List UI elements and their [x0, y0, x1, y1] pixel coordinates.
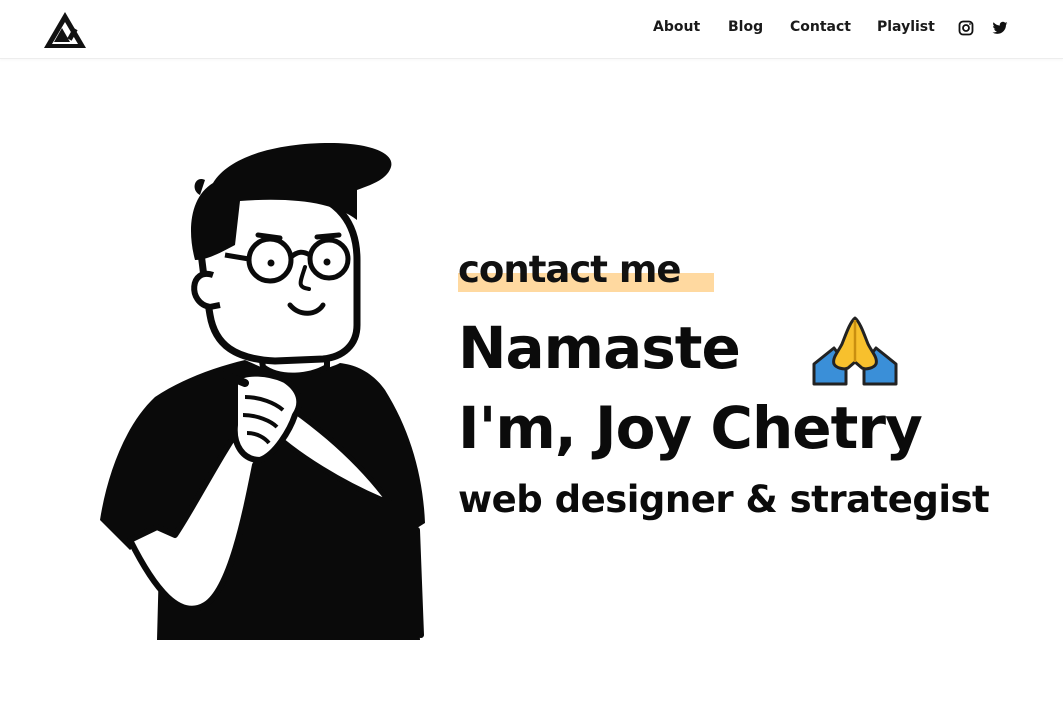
- nav-link-playlist[interactable]: Playlist: [877, 19, 935, 35]
- avatar-illustration: [100, 143, 425, 640]
- folded-hands-emoji-icon: [812, 316, 898, 386]
- headline-name: I'm, Joy Chetry: [458, 394, 923, 462]
- page: About Blog Contact Playlist contact me N…: [0, 0, 1063, 710]
- site-header: About Blog Contact Playlist: [0, 0, 1063, 59]
- headline-role: web designer & strategist: [458, 478, 990, 521]
- nav-link-contact[interactable]: Contact: [790, 19, 851, 35]
- contact-me-link[interactable]: contact me: [458, 248, 714, 292]
- logo-icon[interactable]: [42, 10, 88, 50]
- headline-namaste: Namaste: [458, 314, 741, 382]
- nav-link-blog[interactable]: Blog: [728, 19, 763, 35]
- nav-link-about[interactable]: About: [653, 19, 700, 35]
- twitter-icon[interactable]: [992, 20, 1008, 36]
- contact-me-label: contact me: [458, 248, 681, 291]
- instagram-icon[interactable]: [958, 20, 974, 36]
